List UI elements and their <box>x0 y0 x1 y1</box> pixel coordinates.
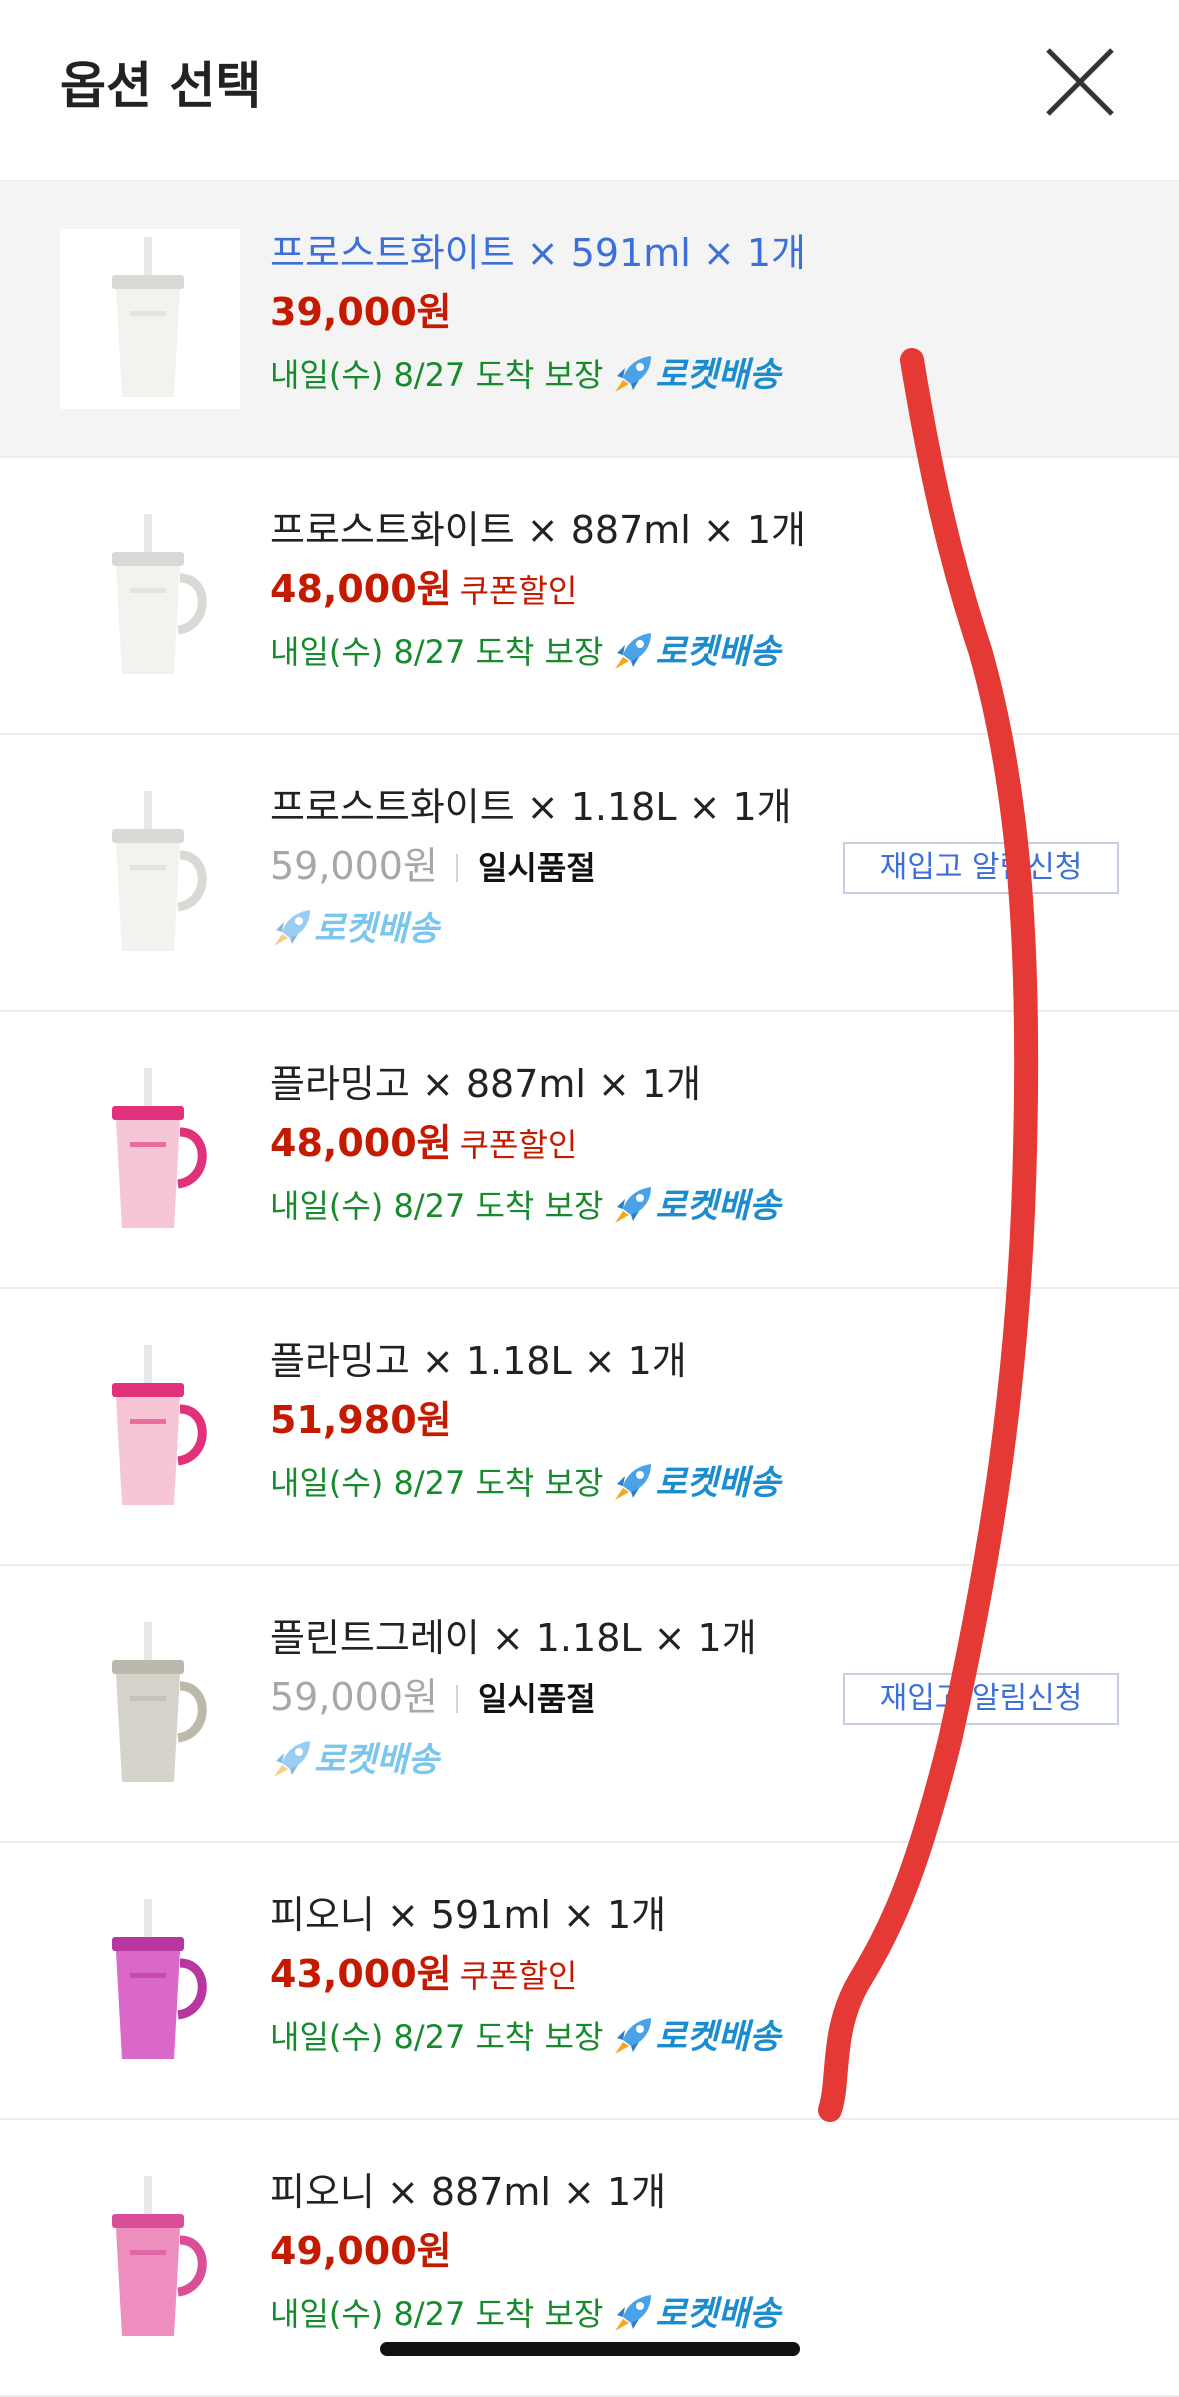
price-line: 49,000원 <box>270 2220 1139 2282</box>
option-price: 59,000원 <box>270 1675 438 1719</box>
option-name: 피오니 × 887ml × 1개 <box>270 2170 667 2214</box>
option-price: 49,000원 <box>270 2229 452 2273</box>
option-row[interactable]: 프로스트화이트 × 887ml × 1개 48,000원 쿠폰할인 내일(수) 8/2… <box>0 458 1179 735</box>
option-info: 피오니 × 591ml × 1개 43,000원 쿠폰할인 내일(수) 8/27 도착… <box>270 1887 1139 2069</box>
option-info: 피오니 × 887ml × 1개 49,000원내일(수) 8/27 도착 보장 로… <box>270 2164 1139 2346</box>
option-info: 프로스트화이트 × 887ml × 1개 48,000원 쿠폰할인 내일(수) 8/2… <box>270 502 1139 684</box>
product-thumbnail <box>60 1060 240 1240</box>
delivery-guarantee: 내일(수) 8/27 도착 보장 <box>270 356 604 394</box>
option-list: 프로스트화이트 × 591ml × 1개 39,000원내일(수) 8/27 도착… <box>0 181 1179 2397</box>
option-name: 플라밍고 × 1.18L × 1개 <box>270 1339 687 1383</box>
rocket-icon <box>611 1185 655 1225</box>
delivery-guarantee: 내일(수) 8/27 도착 보장 <box>270 1187 604 1225</box>
close-button[interactable] <box>1040 42 1120 122</box>
rocket-icon <box>611 2016 655 2056</box>
option-row[interactable]: 피오니 × 591ml × 1개 43,000원 쿠폰할인 내일(수) 8/27 도착… <box>0 1843 1179 2120</box>
soldout-label: 일시품절 <box>477 849 596 887</box>
option-price: 48,000원 <box>270 567 452 611</box>
delivery-guarantee: 내일(수) 8/27 도착 보장 <box>270 633 604 671</box>
coupon-discount-label: 쿠폰할인 <box>459 1126 578 1164</box>
product-thumbnail <box>60 783 240 963</box>
rocket-icon <box>611 631 655 671</box>
rocket-delivery-label: 로켓배송 <box>314 1740 440 1780</box>
option-price: 51,980원 <box>270 1398 452 1442</box>
coupon-discount-label: 쿠폰할인 <box>459 1957 578 1995</box>
option-name: 플린트그레이 × 1.18L × 1개 <box>270 1616 757 1660</box>
delivery-guarantee: 내일(수) 8/27 도착 보장 <box>270 2018 604 2056</box>
delivery-line: 로켓배송 <box>270 1728 1139 1792</box>
rocket-delivery-label: 로켓배송 <box>655 2017 781 2057</box>
option-name: 피오니 × 591ml × 1개 <box>270 1893 667 1937</box>
rocket-delivery-badge: 로켓배송 <box>270 1740 439 1780</box>
delivery-line: 로켓배송 <box>270 897 1139 961</box>
rocket-delivery-label: 로켓배송 <box>655 632 781 672</box>
rocket-delivery-badge: 로켓배송 <box>611 2017 781 2057</box>
rocket-delivery-label: 로켓배송 <box>655 2294 781 2334</box>
rocket-icon <box>270 908 314 948</box>
product-thumbnail <box>60 1337 240 1517</box>
option-row[interactable]: 플린트그레이 × 1.18L × 1개 59,000원 일시품절로켓배송 재입고 알림… <box>0 1566 1179 1843</box>
rocket-delivery-badge: 로켓배송 <box>611 632 781 672</box>
option-info: 플라밍고 × 887ml × 1개 48,000원 쿠폰할인 내일(수) 8/27 도… <box>270 1056 1139 1238</box>
product-thumbnail <box>60 1614 240 1794</box>
delivery-line: 내일(수) 8/27 도착 보장 로켓배송 <box>270 620 1139 684</box>
option-info: 프로스트화이트 × 591ml × 1개 39,000원내일(수) 8/27 도착… <box>270 225 1139 407</box>
option-row[interactable]: 프로스트화이트 × 1.18L × 1개 59,000원 일시품절로켓배송 재입고 알… <box>0 735 1179 1012</box>
delivery-line: 내일(수) 8/27 도착 보장 로켓배송 <box>270 2282 1139 2346</box>
price-line: 48,000원 쿠폰할인 <box>270 558 1139 620</box>
rocket-icon <box>611 2293 655 2333</box>
price-line: 48,000원 쿠폰할인 <box>270 1112 1139 1174</box>
rocket-delivery-label: 로켓배송 <box>655 1186 781 1226</box>
option-row[interactable]: 플라밍고 × 1.18L × 1개 51,980원내일(수) 8/27 도착 보장… <box>0 1289 1179 1566</box>
product-thumbnail <box>60 1891 240 2071</box>
rocket-delivery-badge: 로켓배송 <box>611 355 781 395</box>
product-thumbnail <box>60 2168 240 2348</box>
price-line: 51,980원 <box>270 1389 1139 1451</box>
rocket-delivery-badge: 로켓배송 <box>611 1186 781 1226</box>
option-price: 48,000원 <box>270 1121 452 1165</box>
restock-alert-button[interactable]: 재입고 알림신청 <box>843 1673 1119 1725</box>
delivery-line: 내일(수) 8/27 도착 보장 로켓배송 <box>270 2005 1139 2069</box>
product-thumbnail <box>60 229 240 409</box>
option-price: 43,000원 <box>270 1952 452 1996</box>
option-name: 프로스트화이트 × 1.18L × 1개 <box>270 785 792 829</box>
option-info: 플라밍고 × 1.18L × 1개 51,980원내일(수) 8/27 도착 보장… <box>270 1333 1139 1515</box>
divider <box>455 854 458 882</box>
price-line: 43,000원 쿠폰할인 <box>270 1943 1139 2005</box>
rocket-delivery-label: 로켓배송 <box>655 1463 781 1503</box>
rocket-icon <box>611 354 655 394</box>
coupon-discount-label: 쿠폰할인 <box>459 572 578 610</box>
rocket-delivery-badge: 로켓배송 <box>611 2294 781 2334</box>
option-price: 39,000원 <box>270 290 452 334</box>
option-row[interactable]: 프로스트화이트 × 591ml × 1개 39,000원내일(수) 8/27 도착… <box>0 181 1179 458</box>
close-icon <box>1046 48 1114 116</box>
rocket-delivery-label: 로켓배송 <box>314 909 440 949</box>
modal-title: 옵션 선택 <box>60 57 262 115</box>
divider <box>455 1685 458 1713</box>
price-line: 39,000원 <box>270 281 1139 343</box>
delivery-guarantee: 내일(수) 8/27 도착 보장 <box>270 1464 604 1502</box>
delivery-line: 내일(수) 8/27 도착 보장 로켓배송 <box>270 343 1139 407</box>
rocket-delivery-badge: 로켓배송 <box>611 1463 781 1503</box>
option-price: 59,000원 <box>270 844 438 888</box>
soldout-label: 일시품절 <box>477 1680 596 1718</box>
home-indicator[interactable] <box>380 2342 800 2356</box>
rocket-icon <box>270 1739 314 1779</box>
delivery-line: 내일(수) 8/27 도착 보장 로켓배송 <box>270 1451 1139 1515</box>
rocket-icon <box>611 1462 655 1502</box>
modal-header: 옵션 선택 <box>0 0 1179 182</box>
option-name: 프로스트화이트 × 887ml × 1개 <box>270 508 806 552</box>
rocket-delivery-badge: 로켓배송 <box>270 909 439 949</box>
option-name: 플라밍고 × 887ml × 1개 <box>270 1062 702 1106</box>
rocket-delivery-label: 로켓배송 <box>655 355 781 395</box>
delivery-line: 내일(수) 8/27 도착 보장 로켓배송 <box>270 1174 1139 1238</box>
delivery-guarantee: 내일(수) 8/27 도착 보장 <box>270 2295 604 2333</box>
product-thumbnail <box>60 506 240 686</box>
restock-alert-button[interactable]: 재입고 알림신청 <box>843 842 1119 894</box>
option-name: 프로스트화이트 × 591ml × 1개 <box>270 231 806 275</box>
option-row[interactable]: 플라밍고 × 887ml × 1개 48,000원 쿠폰할인 내일(수) 8/27 도… <box>0 1012 1179 1289</box>
